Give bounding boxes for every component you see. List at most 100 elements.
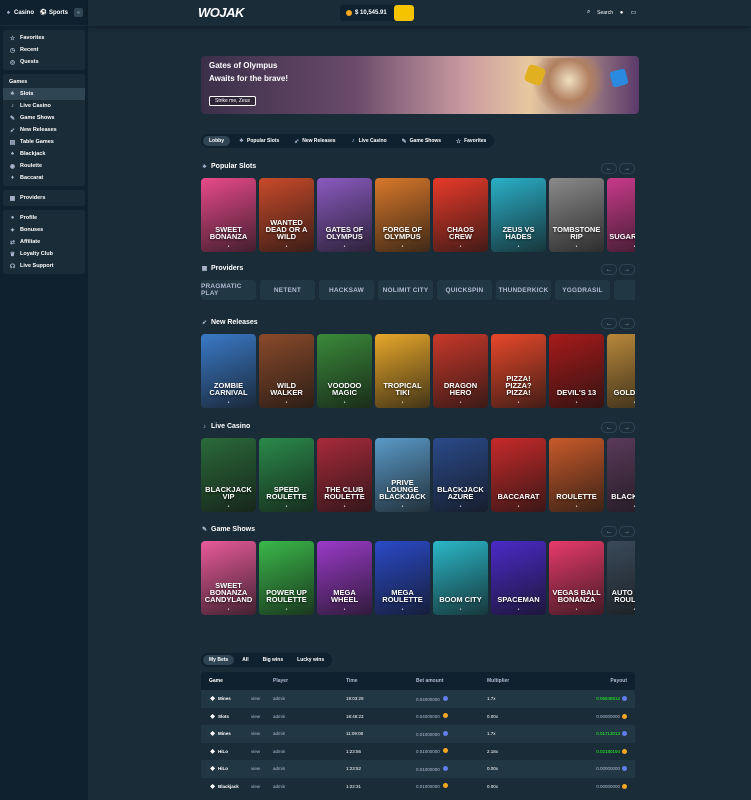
game-card[interactable]: AUTO MEGA ROULETTE ● [607,541,635,615]
sidebar-item-loyalty-club[interactable]: ♛ Loyalty Club [3,248,85,260]
sidebar-item-table-games[interactable]: ▤ Table Games [3,136,85,148]
game-card[interactable]: POWER UP ROULETTE ● [259,541,314,615]
sidebar-item-live-support[interactable]: ☊ Live Support [3,260,85,272]
promo-banner[interactable]: Gates of Olympus Awaits for the brave! S… [201,56,639,114]
game-card[interactable]: TOMBSTONE RIP ● [549,178,604,252]
tab-game-shows[interactable]: ✎ Game Shows [395,136,447,146]
game-card[interactable]: SPACEMAN ● [491,541,546,615]
sidebar-item-new-releases[interactable]: ➶ New Releases [3,124,85,136]
sidebar-item-live-casino[interactable]: ♪ Live Casino [3,100,85,112]
provider-logo[interactable]: PRAGMATIC PLAY [201,280,256,300]
tab-live-casino[interactable]: ♪ Live Casino [344,136,393,146]
sidebar-item-baccarat[interactable]: ♦ Baccarat [3,172,85,184]
wallet-button[interactable] [394,5,414,21]
collapse-sidebar-button[interactable]: « [74,8,83,17]
game-card[interactable]: BLACKJACK ● [607,438,635,512]
casino-tab[interactable]: ♠ Casino [5,9,34,16]
view-link[interactable]: view [251,696,273,701]
sidebar-item-quests[interactable]: ◎ Quests [3,56,85,68]
sidebar-item-game-shows[interactable]: ✎ Game Shows [3,112,85,124]
prev-arrow[interactable]: ← [601,163,617,174]
game-card[interactable]: SPEED ROULETTE ● [259,438,314,512]
prev-arrow[interactable]: ← [601,422,617,433]
game-card[interactable]: TROPICAL TIKI ● [375,334,430,408]
prev-arrow[interactable]: ← [601,526,617,537]
game-card[interactable]: VOODOO MAGIC ● [317,334,372,408]
game-card[interactable]: THE CLUB ROULETTE ● [317,438,372,512]
game-card[interactable]: MEGA WHEEL ● [317,541,372,615]
search-icon[interactable]: ⌕ [585,9,592,16]
game-card[interactable]: CHAOS CREW ● [433,178,488,252]
next-arrow[interactable]: → [619,264,635,275]
prev-arrow[interactable]: ← [601,264,617,275]
tab-popular-slots[interactable]: ♣ Popular Slots [232,136,285,146]
view-link[interactable]: view [251,731,273,736]
game-card[interactable]: WANTED DEAD OR A WILD ● [259,178,314,252]
game-card[interactable]: SWEET BONANZA CANDYLAND ● [201,541,256,615]
provider-logo[interactable]: YGGDRASIL [555,280,610,300]
logo[interactable]: WOJAK [198,5,244,20]
view-link[interactable]: view [251,749,273,754]
prev-arrow[interactable]: ← [601,318,617,329]
game-card[interactable]: SUGAR RUSH ● [607,178,635,252]
bet-game-cell[interactable]: ◆ Mines [201,695,251,702]
provider-logo[interactable]: HACKSAW [319,280,374,300]
bet-game-cell[interactable]: ◆ HiLo [201,765,251,772]
sidebar-item-recent[interactable]: ◷ Recent [3,44,85,56]
game-card[interactable]: FORGE OF OLYMPUS ● [375,178,430,252]
game-card[interactable]: VEGAS BALL BONANZA ● [549,541,604,615]
game-card[interactable]: BACCARAT ● [491,438,546,512]
search-label[interactable]: Search [597,10,613,16]
sidebar-item-affiliate[interactable]: ⇄ Affiliate [3,236,85,248]
game-card[interactable]: GOLD GIRL ● [607,334,635,408]
game-card[interactable]: ROULETTE ● [549,438,604,512]
sidebar-item-favorites[interactable]: ☆ Favorites [3,32,85,44]
game-card[interactable]: PRIVE LOUNGE BLACKJACK ● [375,438,430,512]
next-arrow[interactable]: → [619,163,635,174]
sidebar-item-blackjack[interactable]: ♠ Blackjack [3,148,85,160]
sidebar-item-profile[interactable]: ● Profile [3,212,85,224]
view-link[interactable]: view [251,766,273,771]
tab-favorites[interactable]: ☆ Favorites [449,136,492,146]
game-card[interactable]: PIZZA! PIZZA? PIZZA! ● [491,334,546,408]
bet-game-cell[interactable]: ◆ Blackjack [201,783,251,790]
tab-new-releases[interactable]: ➶ New Releases [287,136,341,146]
game-card[interactable]: DRAGON HERO ● [433,334,488,408]
bet-game-cell[interactable]: ◆ HiLo [201,748,251,755]
chat-icon[interactable]: ▭ [630,9,637,16]
bets-tab-big-wins[interactable]: Big wins [257,655,290,665]
sidebar-item-bonuses[interactable]: ✦ Bonuses [3,224,85,236]
bets-tab-lucky-wins[interactable]: Lucky wins [291,655,330,665]
game-card[interactable]: BLACKJACK AZURE ● [433,438,488,512]
bet-game-cell[interactable]: ◆ Mines [201,730,251,737]
provider-logo[interactable]: THUNDERKICK [496,280,551,300]
sidebar-item-roulette[interactable]: ◉ Roulette [3,160,85,172]
provider-logo[interactable]: ELK [614,280,635,300]
provider-logo[interactable]: NETENT [260,280,315,300]
next-arrow[interactable]: → [619,318,635,329]
view-link[interactable]: view [251,714,273,719]
provider-logo[interactable]: NOLIMIT CITY [378,280,433,300]
game-card[interactable]: GATES OF OLYMPUS ● [317,178,372,252]
game-card[interactable]: BOOM CITY ● [433,541,488,615]
next-arrow[interactable]: → [619,526,635,537]
game-card[interactable]: MEGA ROULETTE ● [375,541,430,615]
user-icon[interactable]: ● [618,9,625,16]
sidebar-item-providers[interactable]: ▦ Providers [3,192,85,204]
bet-game-cell[interactable]: ◆ Slots [201,713,251,720]
bets-tab-my-bets[interactable]: My Bets [203,655,235,665]
bets-tab-all[interactable]: All [236,655,254,665]
view-link[interactable]: view [251,784,273,789]
game-card[interactable]: DEVIL'S 13 ● [549,334,604,408]
next-arrow[interactable]: → [619,422,635,433]
sidebar-item-slots[interactable]: ♣ Slots [3,88,85,100]
game-card[interactable]: SWEET BONANZA ● [201,178,256,252]
game-card[interactable]: WILD WALKER ● [259,334,314,408]
game-card[interactable]: ZOMBIE CARNIVAL ● [201,334,256,408]
sports-tab[interactable]: ⚽ Sports [40,9,68,17]
tab-lobby[interactable]: Lobby [203,136,230,146]
provider-logo[interactable]: QUICKSPIN [437,280,492,300]
game-card[interactable]: ZEUS VS HADES ● [491,178,546,252]
banner-cta-button[interactable]: Strike me, Zeus [209,96,257,106]
game-card[interactable]: BLACKJACK VIP ● [201,438,256,512]
